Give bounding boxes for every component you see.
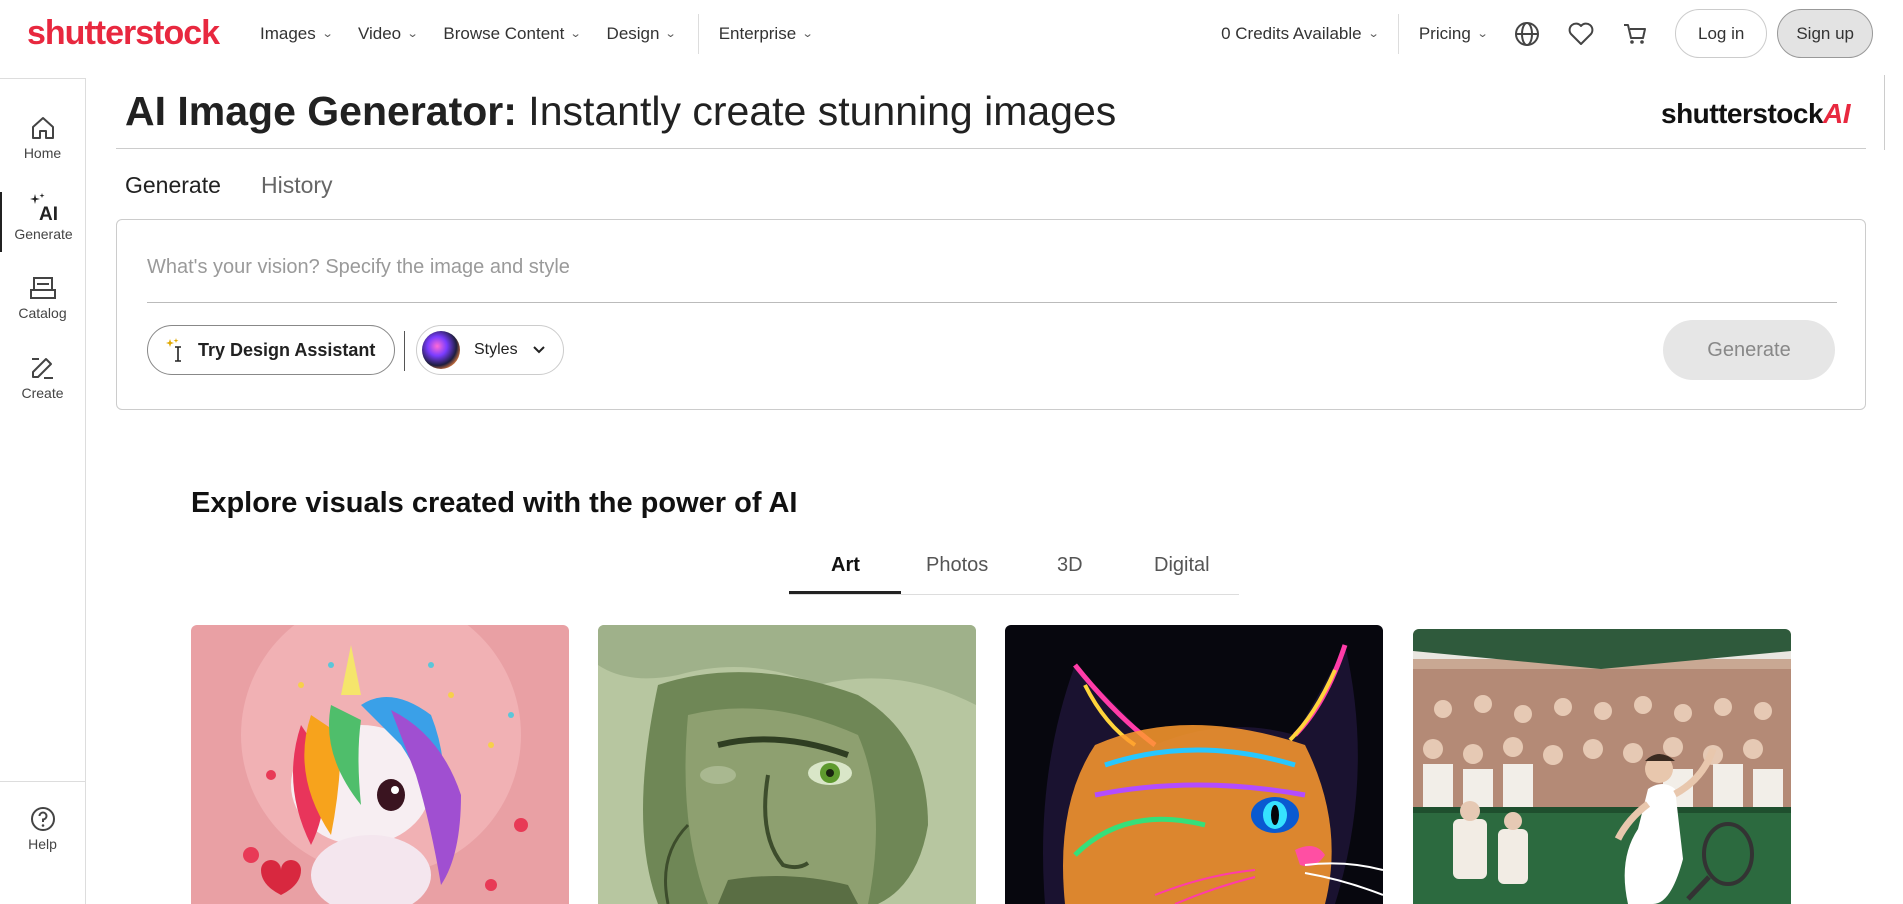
sparkle-icon (166, 337, 188, 363)
prompt-underline (147, 302, 1837, 303)
tab-digital[interactable]: Digital (1154, 554, 1210, 577)
sidebar-item-help[interactable]: Help (0, 806, 85, 852)
sidebar-item-create[interactable]: Create (0, 355, 85, 401)
sidebar-item-generate[interactable]: AI Generate (0, 192, 85, 252)
tab-generate[interactable]: Generate (125, 172, 221, 199)
page-title-light: Instantly create stunning images (528, 88, 1117, 134)
chevron-down-icon (532, 345, 546, 355)
nav-video[interactable]: Video ⌄ (357, 23, 419, 44)
catalog-icon (29, 277, 56, 299)
button-divider (404, 331, 405, 371)
sidebar-item-catalog[interactable]: Catalog (0, 275, 85, 321)
heart-icon[interactable] (1567, 20, 1595, 48)
nav-divider (1397, 13, 1399, 54)
prompt-panel: Try Design Assistant Styles Generate (116, 219, 1866, 410)
styles-thumbnail (422, 331, 460, 369)
account-nav: 0 Credits Available ⌄ Pricing ⌄ Log in Sig… (1221, 0, 1873, 67)
design-assistant-button[interactable]: Try Design Assistant (147, 325, 395, 375)
nav-divider (697, 13, 699, 54)
gallery-image-unicorn[interactable] (191, 625, 569, 904)
chevron-down-icon: ⌄ (801, 28, 814, 40)
brand-name: shutterstock (1661, 98, 1824, 129)
sidebar-item-label: Help (28, 836, 57, 852)
page-title: AI Image Generator: Instantly create stu… (125, 88, 1116, 135)
chevron-down-icon: ⌄ (1476, 28, 1489, 40)
nav-label: Enterprise (718, 23, 797, 43)
sidebar-item-label: Catalog (18, 305, 67, 321)
globe-icon[interactable] (1513, 20, 1541, 48)
sidebar-item-label: Home (23, 145, 62, 161)
chevron-down-icon: ⌄ (321, 28, 334, 40)
nav-label: Images (260, 23, 316, 43)
category-tabs: Art Photos 3D Digital (789, 546, 1239, 595)
help-icon (30, 807, 55, 831)
nav-browse-content[interactable]: Browse Content ⌄ (443, 23, 582, 44)
sidebar-footer: Help (0, 781, 85, 852)
nav-label: Video (357, 23, 402, 43)
styles-label: Styles (474, 341, 518, 358)
nav-label: Browse Content (443, 23, 565, 43)
credits-label: 0 Credits Available (1221, 23, 1362, 43)
primary-nav: Images ⌄ Video ⌄ Browse Content ⌄ Design ⌄ E… (260, 0, 838, 67)
nav-design[interactable]: Design ⌄ (606, 23, 678, 44)
sidebar-item-label: Generate (14, 226, 73, 242)
svg-text:AI: AI (39, 204, 58, 222)
pricing-dropdown[interactable]: Pricing ⌄ (1418, 23, 1489, 44)
signup-button[interactable]: Sign up (1777, 9, 1873, 58)
tab-photos[interactable]: Photos (926, 554, 988, 577)
tab-history[interactable]: History (261, 172, 333, 199)
chevron-down-icon: ⌄ (569, 28, 582, 40)
shutterstock-logo[interactable]: shutterstock (27, 14, 220, 53)
tab-art[interactable]: Art (831, 554, 860, 577)
page-title-bold: AI Image Generator: (125, 88, 517, 134)
credits-dropdown[interactable]: 0 Credits Available ⌄ (1221, 23, 1380, 44)
prompt-input[interactable] (147, 250, 1837, 284)
active-tab-indicator (789, 591, 901, 594)
top-navigation: shutterstock Images ⌄ Video ⌄ Browse Conte… (0, 0, 1903, 67)
left-sidebar: Home AI Generate Catalog Create Help (0, 78, 86, 904)
gallery-image-green-portrait[interactable] (598, 625, 976, 904)
nav-images[interactable]: Images ⌄ (260, 23, 334, 44)
gallery-image-neon-cat[interactable] (1005, 625, 1383, 904)
tab-3d[interactable]: 3D (1057, 554, 1083, 577)
gallery-image-tennis[interactable] (1413, 629, 1791, 904)
pricing-label: Pricing (1418, 23, 1471, 43)
ai-sparkle-icon: AI (29, 193, 58, 222)
header-divider (116, 148, 1866, 149)
sidebar-item-label: Create (21, 385, 64, 401)
home-icon (31, 117, 54, 139)
login-button[interactable]: Log in (1675, 9, 1768, 58)
design-assistant-label: Try Design Assistant (198, 339, 376, 360)
nav-label: Design (606, 23, 660, 43)
chevron-down-icon: ⌄ (1367, 28, 1380, 40)
generate-button[interactable]: Generate (1663, 320, 1835, 380)
chevron-down-icon: ⌄ (406, 28, 419, 40)
brand-ai-mark: AI (1823, 98, 1851, 129)
nav-enterprise[interactable]: Enterprise ⌄ (718, 23, 814, 44)
edit-icon (31, 358, 53, 379)
cart-icon[interactable] (1621, 20, 1649, 48)
explore-heading: Explore visuals created with the power o… (191, 487, 798, 519)
styles-dropdown[interactable]: Styles (416, 325, 564, 375)
sidebar-item-home[interactable]: Home (0, 115, 85, 161)
shutterstock-ai-logo: shutterstockAI (1661, 98, 1851, 130)
chevron-down-icon: ⌄ (665, 28, 678, 40)
scrollbar-track (1884, 75, 1885, 150)
